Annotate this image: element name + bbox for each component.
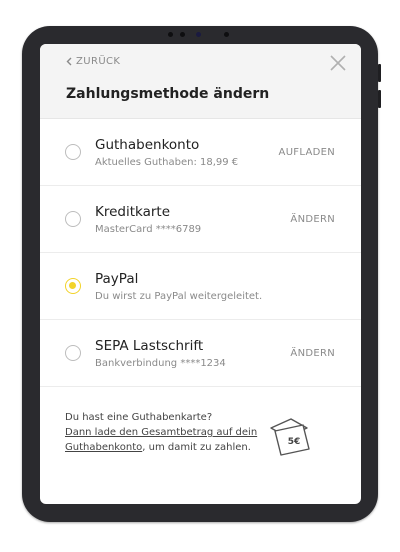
payment-option-subtitle: Aktuelles Guthaben: 18,99 € (95, 157, 239, 168)
sensor-dot (180, 32, 185, 37)
payment-option-title: Kreditkarte (95, 204, 171, 220)
payment-option-paypal[interactable]: PayPal Du wirst zu PayPal weitergeleitet… (40, 253, 361, 320)
gift-card-hint-suffix: , um damit zu zahlen. (142, 442, 251, 453)
chevron-left-icon (66, 57, 72, 66)
front-camera (196, 32, 201, 37)
sensor-dot (224, 32, 229, 37)
gift-card-question: Du hast eine Guthabenkarte? (65, 412, 213, 423)
gift-card-value: 5€ (288, 437, 301, 447)
radio-button-selected[interactable] (65, 278, 81, 294)
back-label: ZURÜCK (76, 56, 121, 67)
page-title: Zahlungsmethode ändern (66, 86, 270, 102)
payment-option-subtitle: Du wirst zu PayPal weitergeleitet. (95, 291, 263, 302)
payment-option-title: Guthabenkonto (95, 137, 200, 153)
volume-button (378, 64, 381, 82)
payment-option-title: SEPA Lastschrift (95, 338, 204, 354)
screen-header: ZURÜCK Zahlungsmethode ändern (40, 44, 361, 119)
volume-button (378, 90, 381, 108)
radio-button[interactable] (65, 211, 81, 227)
radio-button[interactable] (65, 345, 81, 361)
payment-option-sepa[interactable]: SEPA Lastschrift Bankverbindung ****1234… (40, 320, 361, 387)
radio-button[interactable] (65, 144, 81, 160)
payment-method-screen: ZURÜCK Zahlungsmethode ändern Guthabenko… (40, 44, 361, 504)
change-button[interactable]: ÄNDERN (290, 348, 335, 359)
change-button[interactable]: ÄNDERN (290, 214, 335, 225)
gift-card-icon: 5€ (270, 418, 310, 456)
payment-option-guthabenkonto[interactable]: Guthabenkonto Aktuelles Guthaben: 18,99 … (40, 119, 361, 186)
close-icon[interactable] (329, 54, 347, 72)
top-up-button[interactable]: AUFLADEN (279, 147, 335, 158)
payment-option-title: PayPal (95, 271, 139, 287)
payment-option-subtitle: Bankverbindung ****1234 (95, 358, 226, 369)
payment-option-subtitle: MasterCard ****6789 (95, 224, 202, 235)
back-button[interactable]: ZURÜCK (66, 56, 120, 67)
gift-card-hint: Du hast eine Guthabenkarte? Dann lade de… (65, 410, 265, 455)
payment-option-kreditkarte[interactable]: Kreditkarte MasterCard ****6789 ÄNDERN (40, 186, 361, 253)
sensor-dot (168, 32, 173, 37)
